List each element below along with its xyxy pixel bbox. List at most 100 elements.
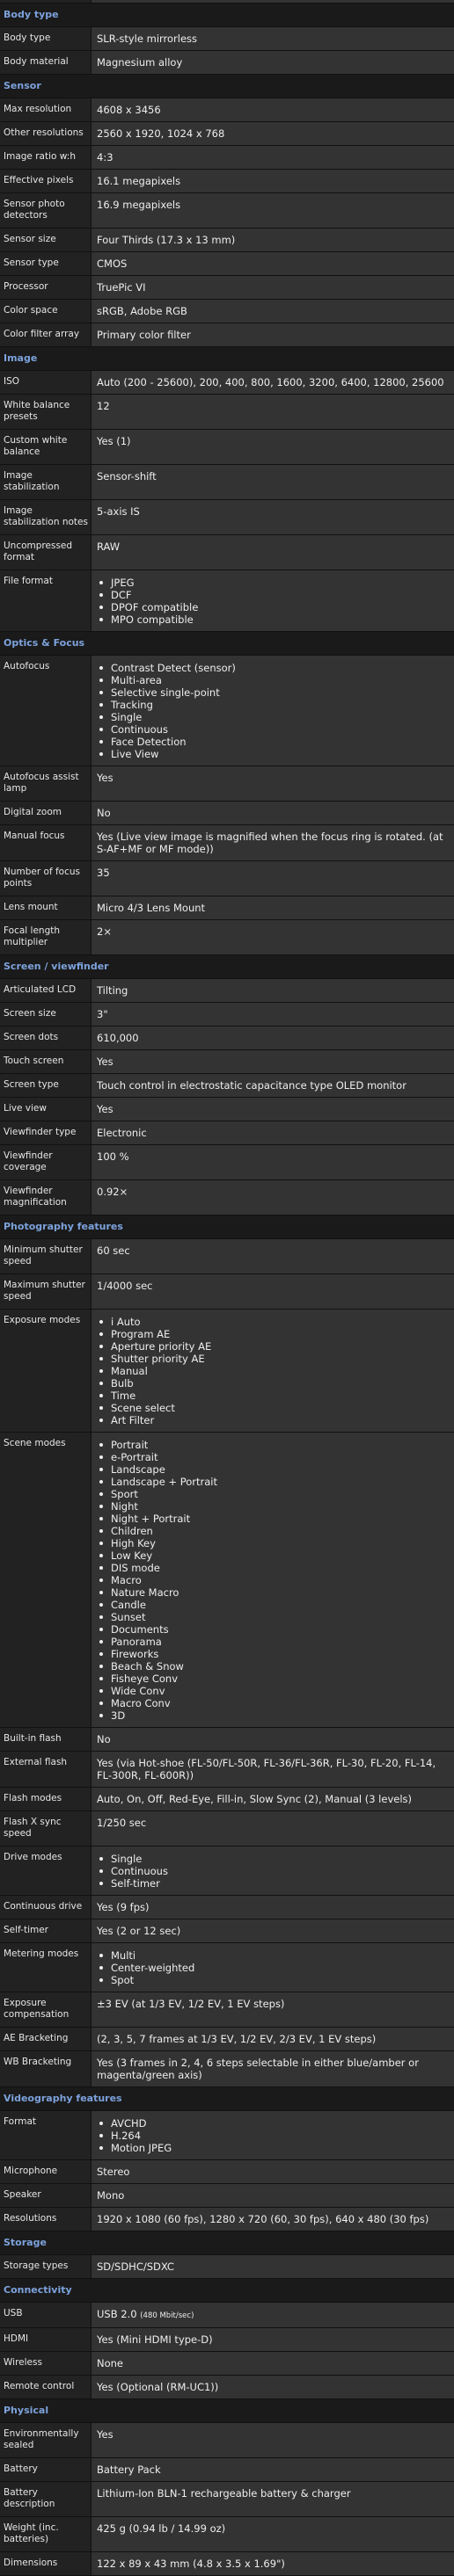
spec-label: Viewfinder magnification (0, 1180, 91, 1215)
spec-row-sensor-size: Sensor size Four Thirds (17.3 x 13 mm) (0, 229, 454, 252)
list-item: Single (97, 1853, 450, 1865)
section-header-physical: Physical (0, 2399, 454, 2423)
list-item: Art Filter (97, 1414, 450, 1426)
spec-value-text: Yes (97, 1103, 114, 1115)
spec-row-resolutions: Resolutions 1920 x 1080 (60 fps), 1280 x … (0, 2208, 454, 2231)
spec-row-external-flash: External flash Yes (via Hot-shoe (FL-50/F… (0, 1752, 454, 1788)
spec-label: Screen type (0, 1074, 91, 1097)
spec-value-text: Mono (97, 2189, 125, 2202)
spec-value-note: (480 Mbit/sec) (140, 2311, 194, 2320)
spec-row-max-resolution: Max resolution 4608 x 3456 (0, 98, 454, 122)
spec-value: Portrait e-Portrait Landscape Landscape + P… (91, 1433, 454, 1727)
list-item: Panorama (97, 1636, 450, 1648)
spec-value: Micro 4/3 Lens Mount (91, 896, 454, 919)
spec-value: SLR-style mirrorless (91, 27, 454, 50)
list-item: Sport (97, 1488, 450, 1500)
spec-value-text: 4608 x 3456 (97, 104, 161, 116)
list-item: Multi-area (97, 674, 450, 686)
spec-value: 100 % (91, 1145, 454, 1179)
spec-value: Yes (91, 2423, 454, 2457)
spec-value-text: CMOS (97, 258, 128, 270)
spec-row-screen-size: Screen size 3" (0, 1003, 454, 1027)
spec-row-custom-white-balance: Custom white balance Yes (1) (0, 430, 454, 465)
spec-row-microphone: Microphone Stereo (0, 2160, 454, 2184)
spec-value: sRGB, Adobe RGB (91, 300, 454, 323)
spec-value-text: Yes (2 or 12 sec) (97, 1925, 181, 1937)
spec-label: USB (0, 2303, 91, 2327)
spec-label: Resolutions (0, 2208, 91, 2231)
list-item: Night + Portrait (97, 1513, 450, 1525)
spec-value: Electronic (91, 1121, 454, 1144)
list-item: High Key (97, 1537, 450, 1549)
spec-label: Image stabilization notes (0, 500, 91, 534)
list-item: Beach & Snow (97, 1660, 450, 1673)
section-header-storage: Storage (0, 2231, 454, 2255)
spec-row-sensor-type: Sensor type CMOS (0, 252, 454, 276)
list-item: Contrast Detect (sensor) (97, 662, 450, 674)
spec-value: 610,000 (91, 1027, 454, 1049)
spec-value: SD/SDHC/SDXC (91, 2255, 454, 2278)
spec-row-color-space: Color space sRGB, Adobe RGB (0, 300, 454, 323)
spec-row-effective-pixels: Effective pixels 16.1 megapixels (0, 170, 454, 193)
spec-label: File format (0, 570, 91, 631)
spec-value: No (91, 802, 454, 824)
spec-label: Live view (0, 1098, 91, 1121)
spec-value-text: None (97, 2357, 124, 2369)
spec-value: CMOS (91, 252, 454, 275)
spec-row-continuous-drive: Continuous drive Yes (9 fps) (0, 1896, 454, 1919)
list-item: Documents (97, 1623, 450, 1636)
spec-value: Touch control in electrostatic capacitan… (91, 1074, 454, 1097)
spec-value-text: Yes (Optional (RM-UC1)) (97, 2381, 219, 2393)
spec-value: 425 g (0.94 lb / 14.99 oz) (91, 2517, 454, 2551)
spec-row-iso: ISO Auto (200 - 25600), 200, 400, 800, 16… (0, 371, 454, 395)
spec-row-exposure-compensation: Exposure compensation ±3 EV (at 1/3 EV, 1… (0, 1992, 454, 2028)
spec-value-text: Auto, On, Off, Red-Eye, Fill-in, Slow Sy… (97, 1793, 413, 1805)
spec-label: Flash X sync speed (0, 1811, 91, 1846)
spec-value: Auto, On, Off, Red-Eye, Fill-in, Slow Sy… (91, 1788, 454, 1810)
list-item: Bulb (97, 1377, 450, 1390)
spec-row-color-filter-array: Color filter array Primary color filter (0, 323, 454, 347)
spec-row-self-timer: Self-timer Yes (2 or 12 sec) (0, 1919, 454, 1943)
spec-value-text: 0.92× (97, 1186, 128, 1198)
spec-value: Auto (200 - 25600), 200, 400, 800, 1600,… (91, 371, 454, 394)
spec-label: Effective pixels (0, 170, 91, 192)
spec-row-lens-mount: Lens mount Micro 4/3 Lens Mount (0, 896, 454, 920)
spec-value-text: 100 % (97, 1150, 129, 1163)
list-item: Scene select (97, 1402, 450, 1414)
spec-label: Custom white balance (0, 430, 91, 464)
spec-value-text: 1/250 sec (97, 1817, 147, 1829)
spec-value-text: 12 (97, 400, 110, 412)
spec-value: None (91, 2352, 454, 2375)
spec-value-list: Portrait e-Portrait Landscape Landscape + P… (97, 1439, 450, 1722)
spec-row-image-ratio-w-h: Image ratio w:h 4:3 (0, 146, 454, 170)
spec-label: Storage types (0, 2255, 91, 2278)
spec-label: Max resolution (0, 98, 91, 121)
spec-row-wireless: Wireless None (0, 2352, 454, 2376)
spec-value-text: SD/SDHC/SDXC (97, 2260, 174, 2273)
section-header-connectivity: Connectivity (0, 2279, 454, 2303)
spec-label: Exposure compensation (0, 1992, 91, 2027)
spec-label: Wireless (0, 2352, 91, 2375)
spec-value: 1/4000 sec (91, 1274, 454, 1309)
spec-row-body-type: Body type SLR-style mirrorless (0, 27, 454, 51)
section-header-sensor: Sensor (0, 75, 454, 98)
spec-value: 60 sec (91, 1239, 454, 1273)
spec-value-text: RAW (97, 541, 121, 553)
spec-row-articulated-lcd: Articulated LCD Tilting (0, 979, 454, 1003)
spec-label: Sensor size (0, 229, 91, 251)
list-item: Low Key (97, 1549, 450, 1562)
list-item: Children (97, 1525, 450, 1537)
spec-value: Single Continuous Self-timer (91, 1847, 454, 1895)
spec-value: Sensor-shift (91, 465, 454, 499)
spec-label: Image stabilization (0, 465, 91, 499)
spec-value: 1920 x 1080 (60 fps), 1280 x 720 (60, 30… (91, 2208, 454, 2231)
spec-value-list: Contrast Detect (sensor) Multi-area Select… (97, 662, 450, 760)
spec-label: HDMI (0, 2328, 91, 2351)
spec-value-text: 425 g (0.94 lb / 14.99 oz) (97, 2522, 226, 2535)
spec-row-sensor-photo-detectors: Sensor photo detectors 16.9 megapixels (0, 193, 454, 229)
spec-value-text: 60 sec (97, 1244, 130, 1257)
spec-value: Yes (91, 1050, 454, 1073)
spec-value: Yes (91, 1098, 454, 1121)
spec-row-metering-modes: Metering modes Multi Center-weighted Spot (0, 1943, 454, 1992)
list-item: Aperture priority AE (97, 1340, 450, 1353)
